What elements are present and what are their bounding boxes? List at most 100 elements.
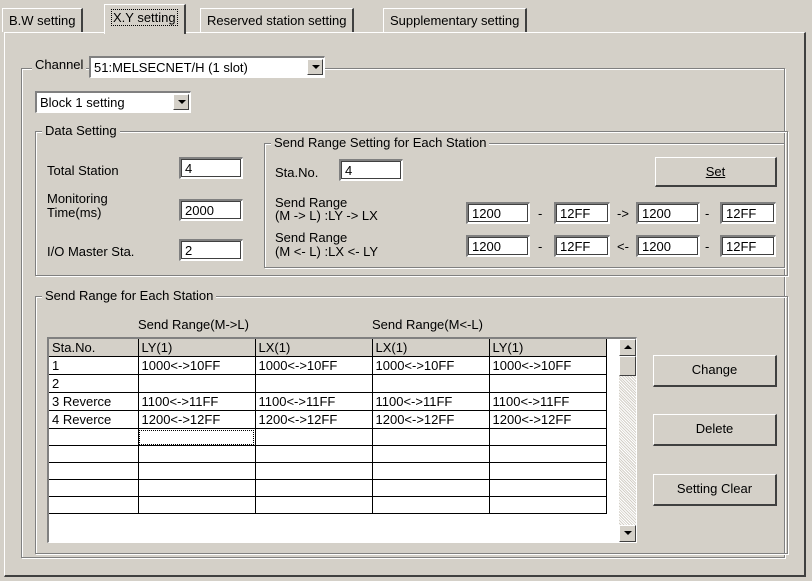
range-cell[interactable] (255, 374, 373, 393)
total-station-label: Total Station (47, 163, 119, 178)
send-range-ml-sub-label: (M -> L) :LY -> LX (275, 208, 378, 223)
station-grid[interactable]: Sta.No. LY(1) LX(1) LX(1) LY(1) 1 1000<->10FF 1… (47, 337, 637, 543)
send-range-ml-start-2[interactable]: 1200 (636, 202, 700, 224)
range-cell[interactable] (255, 479, 373, 497)
scroll-thumb[interactable] (619, 356, 636, 376)
data-setting-title: Data Setting (42, 123, 120, 138)
table-row[interactable] (49, 428, 607, 446)
station-cell[interactable] (49, 428, 139, 446)
channel-label: Channel (35, 57, 84, 72)
table-row[interactable] (49, 496, 607, 514)
range-cell[interactable] (138, 496, 256, 514)
send-range-ml-end-2[interactable]: 12FF (720, 202, 776, 224)
dash-separator: - (705, 206, 710, 221)
range-cell[interactable]: 1100<->11FF (372, 392, 490, 411)
send-range-lm-start-1[interactable]: 1200 (466, 235, 530, 257)
monitoring-unit-label: Time(ms) (47, 205, 102, 220)
send-range-lm-end-2[interactable]: 12FF (720, 235, 776, 257)
change-button[interactable]: Change (653, 355, 777, 387)
range-cell[interactable]: 1100<->11FF (138, 392, 256, 411)
range-cell[interactable]: 1200<->12FF (138, 410, 256, 429)
table-row[interactable] (49, 445, 607, 463)
range-cell[interactable] (372, 496, 490, 514)
table-row[interactable] (49, 462, 607, 480)
range-cell[interactable] (255, 462, 373, 480)
column-header: Sta.No. (49, 339, 139, 357)
range-cell[interactable]: 1200<->12FF (489, 410, 607, 429)
set-button-label: Set (705, 164, 726, 179)
setting-clear-button[interactable]: Setting Clear (653, 474, 777, 506)
delete-button[interactable]: Delete (653, 414, 777, 446)
send-range-lm-start-2[interactable]: 1200 (636, 235, 700, 257)
station-table: Sta.No. LY(1) LX(1) LX(1) LY(1) 1 1000<->10FF 1… (49, 339, 607, 514)
chevron-down-icon[interactable] (173, 94, 189, 110)
channel-value: 51:MELSECNET/H (1 slot) (94, 60, 248, 75)
range-cell[interactable] (138, 374, 256, 393)
range-cell[interactable] (372, 479, 490, 497)
range-cell[interactable]: 1000<->10FF (255, 356, 373, 375)
sta-no-input[interactable]: 4 (339, 159, 403, 181)
range-cell[interactable] (489, 496, 607, 514)
range-cell[interactable] (372, 428, 490, 446)
send-range-ml-start-1[interactable]: 1200 (466, 202, 530, 224)
range-cell[interactable]: 1200<->12FF (255, 410, 373, 429)
range-cell[interactable] (138, 462, 256, 480)
block-value: Block 1 setting (40, 95, 125, 110)
station-cell[interactable] (49, 462, 139, 480)
send-range-lm-end-1[interactable]: 12FF (554, 235, 610, 257)
range-cell[interactable] (489, 428, 607, 446)
range-cell[interactable] (489, 462, 607, 480)
send-range-lm-header: Send Range(M<-L) (372, 317, 483, 332)
range-cell[interactable]: 1200<->12FF (372, 410, 490, 429)
range-cell[interactable] (255, 428, 373, 446)
station-cell[interactable]: 1 (49, 356, 139, 375)
table-row[interactable]: 4 Reverce 1200<->12FF 1200<->12FF 1200<->12… (49, 410, 607, 429)
block-select[interactable]: Block 1 setting (35, 91, 191, 113)
station-cell[interactable]: 4 Reverce (49, 410, 139, 429)
dash-separator: - (538, 239, 543, 254)
range-cell[interactable] (255, 445, 373, 463)
monitoring-time-input[interactable]: 2000 (179, 199, 243, 221)
column-header: LY(1) (138, 339, 256, 357)
send-range-setting-title: Send Range Setting for Each Station (271, 135, 490, 150)
station-cell[interactable] (49, 479, 139, 497)
scroll-up-icon[interactable] (619, 339, 636, 356)
range-cell[interactable] (255, 496, 373, 514)
send-range-station-title: Send Range for Each Station (42, 288, 217, 303)
range-cell[interactable] (489, 374, 607, 393)
scroll-down-icon[interactable] (619, 525, 636, 542)
table-row[interactable] (49, 479, 607, 497)
range-cell[interactable] (372, 445, 490, 463)
range-cell[interactable]: 1100<->11FF (255, 392, 373, 411)
range-cell[interactable] (489, 445, 607, 463)
io-master-input[interactable]: 2 (179, 239, 243, 261)
total-station-input[interactable]: 4 (179, 157, 243, 179)
station-cell[interactable]: 2 (49, 374, 139, 393)
set-button[interactable]: Set (655, 157, 777, 187)
range-cell[interactable] (372, 462, 490, 480)
table-row[interactable]: 3 Reverce 1100<->11FF 1100<->11FF 1100<->11… (49, 392, 607, 411)
dash-separator: - (705, 239, 710, 254)
send-range-lm-label: Send Range (275, 230, 348, 245)
send-range-ml-header: Send Range(M->L) (138, 317, 249, 332)
table-row[interactable]: 2 (49, 374, 607, 393)
range-cell[interactable]: 1000<->10FF (489, 356, 607, 375)
station-cell[interactable] (49, 445, 139, 463)
send-range-lm-sub-label: (M <- L) :LX <- LY (275, 244, 379, 259)
range-cell[interactable]: 1000<->10FF (372, 356, 490, 375)
station-cell[interactable]: 3 Reverce (49, 392, 139, 411)
channel-select[interactable]: 51:MELSECNET/H (1 slot) (89, 56, 325, 78)
range-cell[interactable] (372, 374, 490, 393)
station-cell[interactable] (49, 496, 139, 514)
chevron-down-icon[interactable] (307, 59, 323, 75)
range-cell[interactable] (138, 479, 256, 497)
range-cell[interactable]: 1100<->11FF (489, 392, 607, 411)
setting-clear-button-label: Setting Clear (676, 481, 753, 496)
range-cell[interactable] (489, 479, 607, 497)
range-cell[interactable]: 1000<->10FF (138, 356, 256, 375)
send-range-ml-end-1[interactable]: 12FF (554, 202, 610, 224)
range-cell[interactable] (138, 445, 256, 463)
table-row[interactable]: 1 1000<->10FF 1000<->10FF 1000<->10FF 1000<-… (49, 356, 607, 375)
range-cell[interactable] (138, 428, 256, 446)
vertical-scrollbar[interactable] (619, 339, 636, 542)
